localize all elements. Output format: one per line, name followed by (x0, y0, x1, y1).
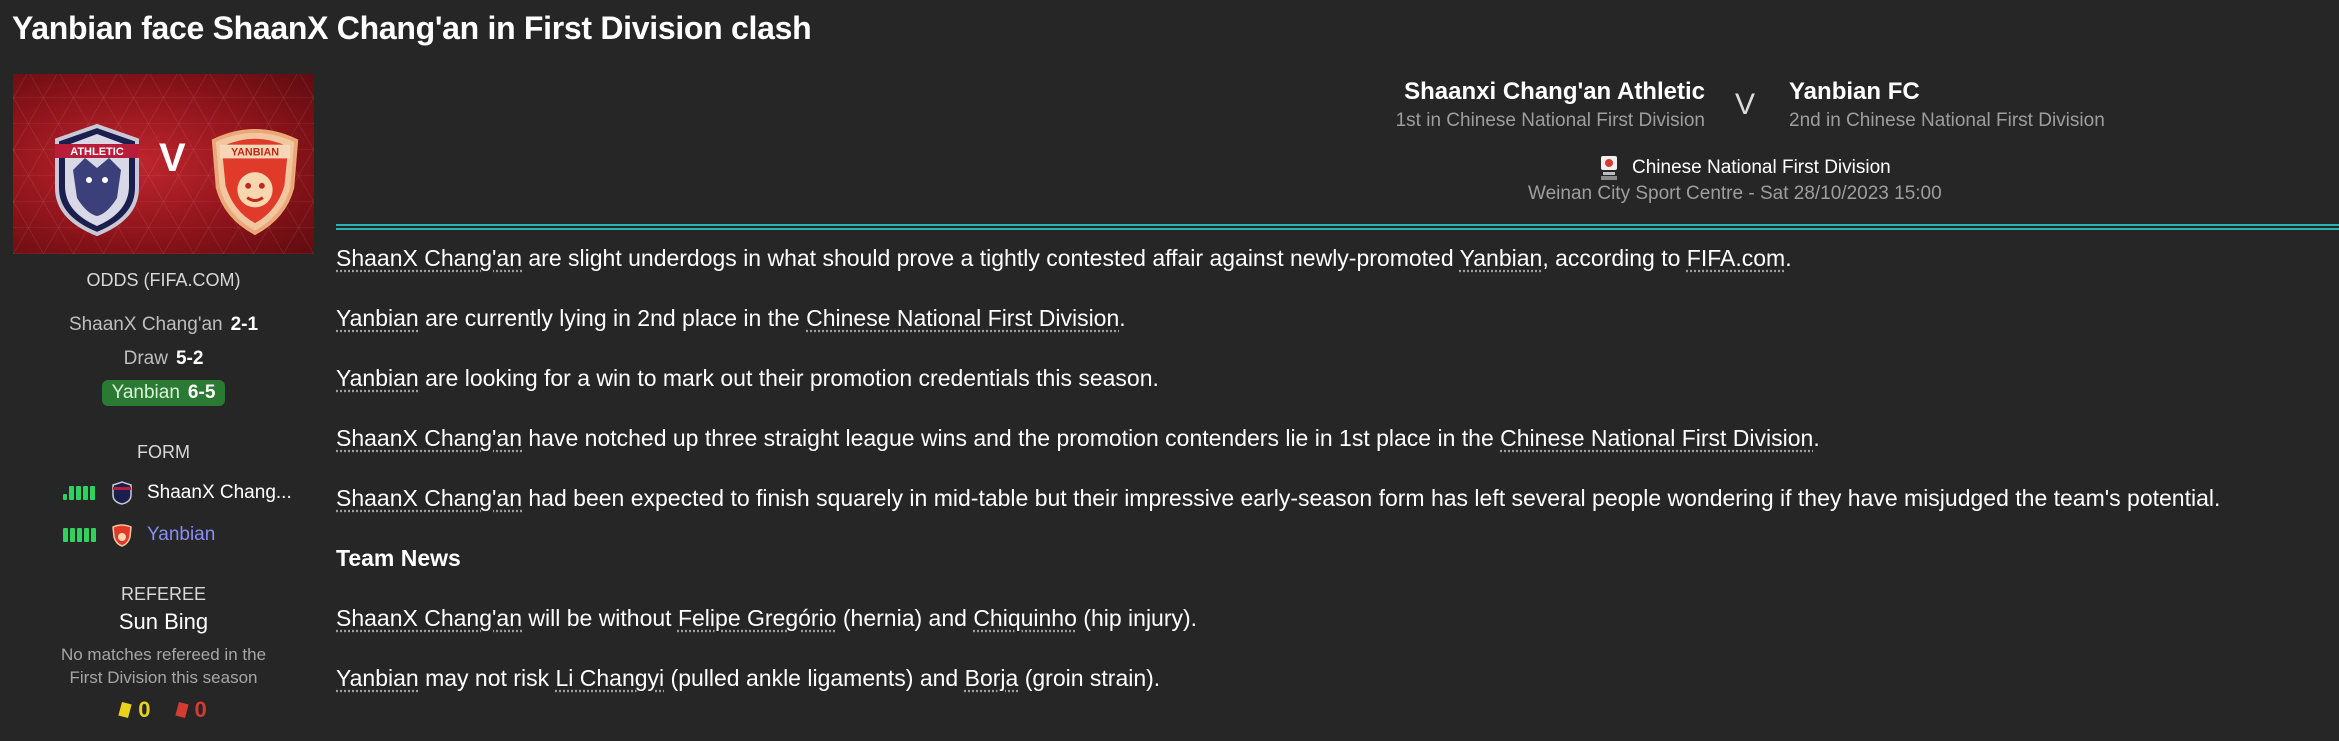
odds-away-value: 6-5 (187, 382, 216, 403)
match-vs: V (1735, 88, 1756, 121)
article-text: . (1813, 425, 1820, 451)
shaanxi-crest-icon[interactable]: ATHLETIC (47, 118, 147, 238)
article-paragraph-2: Yanbian are currently lying in 2nd place… (336, 305, 1126, 332)
form-row-shaanx[interactable]: ShaanX Chang... (63, 480, 292, 506)
odds-home-value: 2-1 (230, 314, 259, 335)
yanbian-mini-crest-icon (112, 524, 132, 547)
form-team-yanbian[interactable]: Yanbian (147, 524, 215, 546)
form-pips-yanbian (63, 528, 101, 542)
home-team-block: Shaanxi Chang'an Athletic 1st in Chinese… (1200, 78, 1705, 132)
article-text: (pulled ankle ligaments) and (664, 665, 965, 691)
article-text: , according to (1542, 245, 1687, 271)
referee-title: REFEREE (120, 584, 207, 604)
link-shaanx[interactable]: ShaanX Chang'an (336, 245, 522, 271)
link-yanbian[interactable]: Yanbian (336, 665, 419, 691)
article-paragraph-1: ShaanX Chang'an are slight underdogs in … (336, 245, 1792, 272)
article-text: are slight underdogs in what should prov… (522, 245, 1460, 271)
referee-note-line1: No matches refereed in the (60, 645, 267, 664)
form-team-shaanx[interactable]: ShaanX Chang... (147, 482, 292, 504)
form-row-yanbian[interactable]: Yanbian (63, 522, 215, 548)
article-paragraph-7: Yanbian may not risk Li Changyi (pulled … (336, 665, 1160, 692)
yanbian-crest-icon[interactable]: YANBIAN (206, 118, 304, 238)
yellow-card-count: 0 (138, 697, 151, 722)
referee-name[interactable]: Sun Bing (13, 609, 314, 635)
away-team-position: 2nd in Chinese National First Division (1789, 110, 2105, 131)
article-text: are currently lying in 2nd place in the (418, 305, 807, 331)
odds-home-label: ShaanX Chang'an (68, 314, 223, 335)
team-news-heading: Team News (336, 545, 461, 571)
article-text: (hernia) and (836, 605, 974, 631)
odds-home-row[interactable]: ShaanX Chang'an 2-1 (13, 314, 314, 336)
link-shaanx[interactable]: ShaanX Chang'an (336, 425, 522, 451)
home-crest-text: ATHLETIC (70, 146, 124, 158)
article-paragraph-6: ShaanX Chang'an will be without Felipe G… (336, 605, 1197, 632)
referee-note-line2: First Division this season (69, 668, 258, 687)
red-card-count: 0 (194, 697, 207, 722)
page-title: Yanbian face ShaanX Chang'an in First Di… (12, 10, 812, 46)
article-text: will be without (522, 605, 678, 631)
banner-vs: V (159, 136, 186, 180)
red-card-icon (174, 701, 189, 719)
match-banner: ATHLETIC V YANBIAN (13, 74, 314, 254)
form-title: FORM (137, 442, 190, 462)
competition-logo-icon (1601, 156, 1617, 180)
article-paragraph-3: Yanbian are looking for a win to mark ou… (336, 365, 1159, 392)
link-competition[interactable]: Chinese National First Division (806, 305, 1119, 331)
referee-cards: 0 0 (13, 697, 314, 723)
away-crest-text: YANBIAN (231, 146, 279, 158)
odds-away-highlight: Yanbian 6-5 (101, 380, 226, 406)
link-player-li-changyi[interactable]: Li Changyi (555, 665, 664, 691)
odds-away-label: Yanbian (111, 382, 180, 403)
link-yanbian[interactable]: Yanbian (336, 365, 419, 391)
article-text: (groin strain). (1018, 665, 1161, 691)
odds-title: ODDS (FIFA.COM) (86, 270, 241, 290)
article-text: . (1785, 245, 1792, 271)
odds-away-row[interactable]: Yanbian 6-5 (13, 380, 314, 406)
article-text: (hip injury). (1076, 605, 1198, 631)
article-text: have notched up three straight league wi… (522, 425, 1501, 451)
form-pips-shaanx (63, 486, 101, 500)
link-competition[interactable]: Chinese National First Division (1500, 425, 1813, 451)
article-text: had been expected to finish squarely in … (522, 485, 2221, 511)
home-team-position: 1st in Chinese National First Division (1395, 110, 1705, 131)
away-team-name[interactable]: Yanbian FC (1789, 78, 2105, 106)
header-divider (336, 224, 2339, 230)
odds-draw-value: 5-2 (175, 348, 204, 369)
link-shaanx[interactable]: ShaanX Chang'an (336, 485, 522, 511)
link-fifa[interactable]: FIFA.com (1687, 245, 1785, 271)
odds-draw-label: Draw (123, 348, 168, 369)
link-player-borja[interactable]: Borja (965, 665, 1019, 691)
link-yanbian[interactable]: Yanbian (336, 305, 419, 331)
competition-row[interactable]: Chinese National First Division (1598, 155, 1891, 181)
link-player-chiquinho[interactable]: Chiquinho (973, 605, 1077, 631)
away-team-block: Yanbian FC 2nd in Chinese National First… (1789, 78, 2105, 132)
article-paragraph-4: ShaanX Chang'an have notched up three st… (336, 425, 1820, 452)
home-team-name[interactable]: Shaanxi Chang'an Athletic (1200, 78, 1705, 106)
yellow-card-icon (118, 701, 132, 719)
shaanxi-mini-crest-icon (112, 481, 132, 505)
link-yanbian[interactable]: Yanbian (1460, 245, 1543, 271)
article-text: . (1119, 305, 1126, 331)
competition-name: Chinese National First Division (1632, 157, 1891, 178)
article-paragraph-5: ShaanX Chang'an had been expected to fin… (336, 485, 2220, 512)
link-shaanx[interactable]: ShaanX Chang'an (336, 605, 522, 631)
odds-draw-row[interactable]: Draw 5-2 (13, 348, 314, 370)
article-text: may not risk (418, 665, 556, 691)
link-player-felipe-gregorio[interactable]: Felipe Gregório (678, 605, 837, 631)
article-text: are looking for a win to mark out their … (418, 365, 1159, 391)
venue-datetime: Weinan City Sport Centre - Sat 28/10/202… (1528, 183, 1942, 204)
